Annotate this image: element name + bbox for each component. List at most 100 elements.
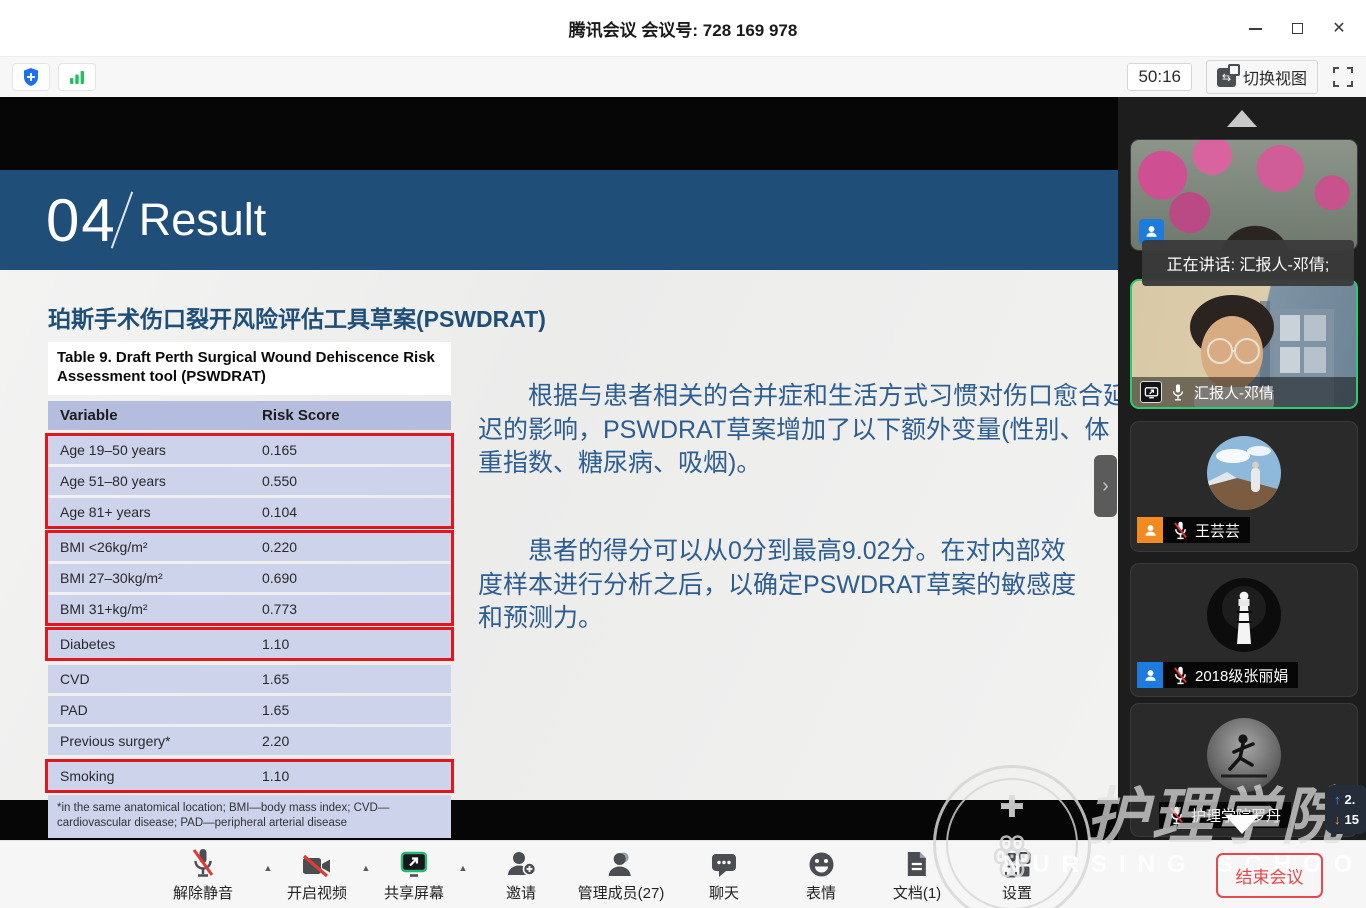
switch-view-label: 切换视图 [1243, 65, 1307, 89]
shared-screen-area: 04 Result 珀斯手术伤口裂开风险评估工具草案(PSWDRAT) Tabl… [0, 97, 1118, 840]
meeting-timer: 50:16 [1127, 63, 1192, 91]
docs-button[interactable]: 文档(1) [893, 848, 941, 903]
slide-subtitle: 珀斯手术伤口裂开风险评估工具草案(PSWDRAT) [48, 300, 546, 334]
close-button[interactable]: ✕ [1322, 12, 1356, 46]
switch-view-button[interactable]: ⇆ 切换视图 [1206, 60, 1318, 94]
table-row: Smoking1.10 [48, 762, 451, 790]
participant-name: 2018级张丽娟 [1195, 665, 1288, 686]
person-icon [1144, 224, 1159, 239]
members-icon [607, 850, 635, 878]
share-options-caret[interactable]: ▲ [459, 863, 468, 873]
table-header-row: Variable Risk Score [48, 401, 451, 430]
minimize-icon [1249, 28, 1262, 30]
row-score: 1.10 [262, 768, 439, 784]
table-row: BMI 27–30kg/m²0.690 [48, 564, 451, 592]
table-row: PAD1.65 [48, 696, 451, 724]
video-options-caret[interactable]: ▲ [362, 863, 371, 873]
smoking-row-highlight-box: Smoking1.10 [45, 759, 454, 793]
row-score: 1.65 [262, 702, 439, 718]
participant-video-tile[interactable] [1130, 139, 1358, 251]
chat-button[interactable]: 聊天 [709, 848, 739, 903]
manage-members-button[interactable]: 管理成员(27) [578, 848, 665, 903]
fullscreen-button[interactable] [1332, 66, 1354, 88]
table-row: BMI 31+kg/m²0.773 [48, 595, 451, 623]
minimize-button[interactable] [1238, 12, 1272, 46]
titlebar: 腾讯会议 会议号: 728 169 978 ✕ [0, 0, 1366, 57]
row-variable: Smoking [60, 768, 262, 784]
network-signal-button[interactable] [58, 63, 96, 91]
speaking-now-toast: 正在讲话: 汇报人-邓倩; [1142, 240, 1354, 286]
table-row: Diabetes1.10 [48, 630, 451, 658]
share-screen-button[interactable]: 共享屏幕 [384, 848, 444, 903]
invite-button[interactable]: 邀请 [506, 848, 536, 903]
avatar [1207, 578, 1281, 652]
active-speaker-video-tile[interactable]: 汇报人-邓倩 [1130, 279, 1358, 409]
row-variable: BMI 31+kg/m² [60, 601, 262, 617]
section-title: Result [139, 194, 267, 246]
row-variable: Diabetes [60, 636, 262, 652]
section-number: 04 [46, 186, 117, 255]
shield-plus-icon [22, 67, 40, 87]
bottom-toolbar: 解除静音 ▲ 开启视频 ▲ 共享屏幕 [0, 840, 1366, 908]
maximize-button[interactable] [1280, 12, 1314, 46]
avatar [1207, 436, 1281, 510]
close-icon: ✕ [1332, 21, 1345, 37]
presentation-slide: 04 Result 珀斯手术伤口裂开风险评估工具草案(PSWDRAT) Tabl… [0, 170, 1118, 800]
diabetes-row-highlight-box: Diabetes1.10 [45, 627, 454, 661]
person-icon [1143, 668, 1158, 683]
row-variable: PAD [60, 702, 262, 718]
bmi-rows-highlight-box: BMI <26kg/m²0.220 BMI 27–30kg/m²0.690 BM… [45, 530, 454, 626]
participant-namebar: 王芸芸 [1137, 517, 1250, 543]
row-score: 0.773 [262, 601, 439, 617]
share-screen-label: 共享屏幕 [384, 882, 444, 903]
row-variable: Age 81+ years [60, 504, 262, 520]
row-score: 0.165 [262, 442, 439, 458]
start-video-button[interactable]: 开启视频 [287, 848, 347, 903]
table-rows-group: CVD1.65 PAD1.65 Previous surgery*2.20 [45, 662, 454, 758]
row-variable: BMI <26kg/m² [60, 539, 262, 555]
table-title: Table 9. Draft Perth Surgical Wound Dehi… [48, 342, 451, 395]
emoji-label: 表情 [806, 882, 836, 903]
participant-role-badge [1137, 662, 1163, 688]
emoji-button[interactable]: 表情 [806, 848, 836, 903]
row-score: 1.10 [262, 636, 439, 652]
slide-paragraph-2: 患者的得分可以从0分到最高9.02分。在对内部效度样本进行分析之后，以确定PSW… [478, 535, 1078, 636]
slide-paragraph-1: 根据与患者相关的合并症和生活方式习惯对伤口愈合延迟的影响，PSWDRAT草案增加… [478, 380, 1128, 481]
audio-options-caret[interactable]: ▲ [264, 863, 273, 873]
row-variable: Age 51–80 years [60, 473, 262, 489]
scroll-up-arrow[interactable] [1227, 110, 1257, 127]
table-row: Age 81+ years0.104 [48, 498, 451, 526]
network-stats-badge[interactable]: ↑2. ↓15 [1325, 785, 1366, 834]
window-title: 腾讯会议 会议号: 728 169 978 [569, 16, 798, 41]
download-value: 15 [1345, 810, 1359, 830]
scroll-down-arrow[interactable] [1225, 815, 1259, 834]
mic-muted-icon [1173, 521, 1188, 540]
camera-off-icon [301, 854, 333, 878]
participant-video-tile[interactable]: 2018级张丽娟 [1130, 563, 1358, 697]
settings-button[interactable]: 设置 [1002, 848, 1032, 903]
column-header-risk-score: Risk Score [262, 407, 439, 424]
meeting-stage: 04 Result 珀斯手术伤口裂开风险评估工具草案(PSWDRAT) Tabl… [0, 97, 1366, 840]
table-row: Age 51–80 years0.550 [48, 467, 451, 495]
table-row: CVD1.65 [48, 665, 451, 693]
participants-sidebar: 正在讲话: 汇报人-邓倩; [1118, 97, 1366, 840]
unmute-button[interactable]: 解除静音 [173, 848, 233, 903]
upload-arrow-icon: ↑ [1334, 790, 1341, 810]
docs-label: 文档(1) [893, 882, 941, 903]
person-icon [1143, 523, 1158, 538]
participant-name: 王芸芸 [1195, 520, 1240, 541]
table-row: Previous surgery*2.20 [48, 727, 451, 755]
window-controls: ✕ [1238, 0, 1356, 57]
end-meeting-button[interactable]: 结束会议 [1216, 853, 1323, 898]
participant-video-tile[interactable]: 王芸芸 [1130, 421, 1358, 552]
tencent-meeting-window: 腾讯会议 会议号: 728 169 978 ✕ [0, 0, 1366, 908]
row-score: 2.20 [262, 733, 439, 749]
sidebar-collapse-button[interactable]: › [1094, 455, 1117, 517]
invite-person-icon [506, 850, 536, 878]
settings-label: 设置 [1002, 882, 1032, 903]
upload-value: 2. [1345, 790, 1356, 810]
meeting-security-button[interactable] [12, 63, 50, 91]
download-arrow-icon: ↓ [1334, 810, 1341, 830]
unmute-label: 解除静音 [173, 882, 233, 903]
row-variable: Age 19–50 years [60, 442, 262, 458]
